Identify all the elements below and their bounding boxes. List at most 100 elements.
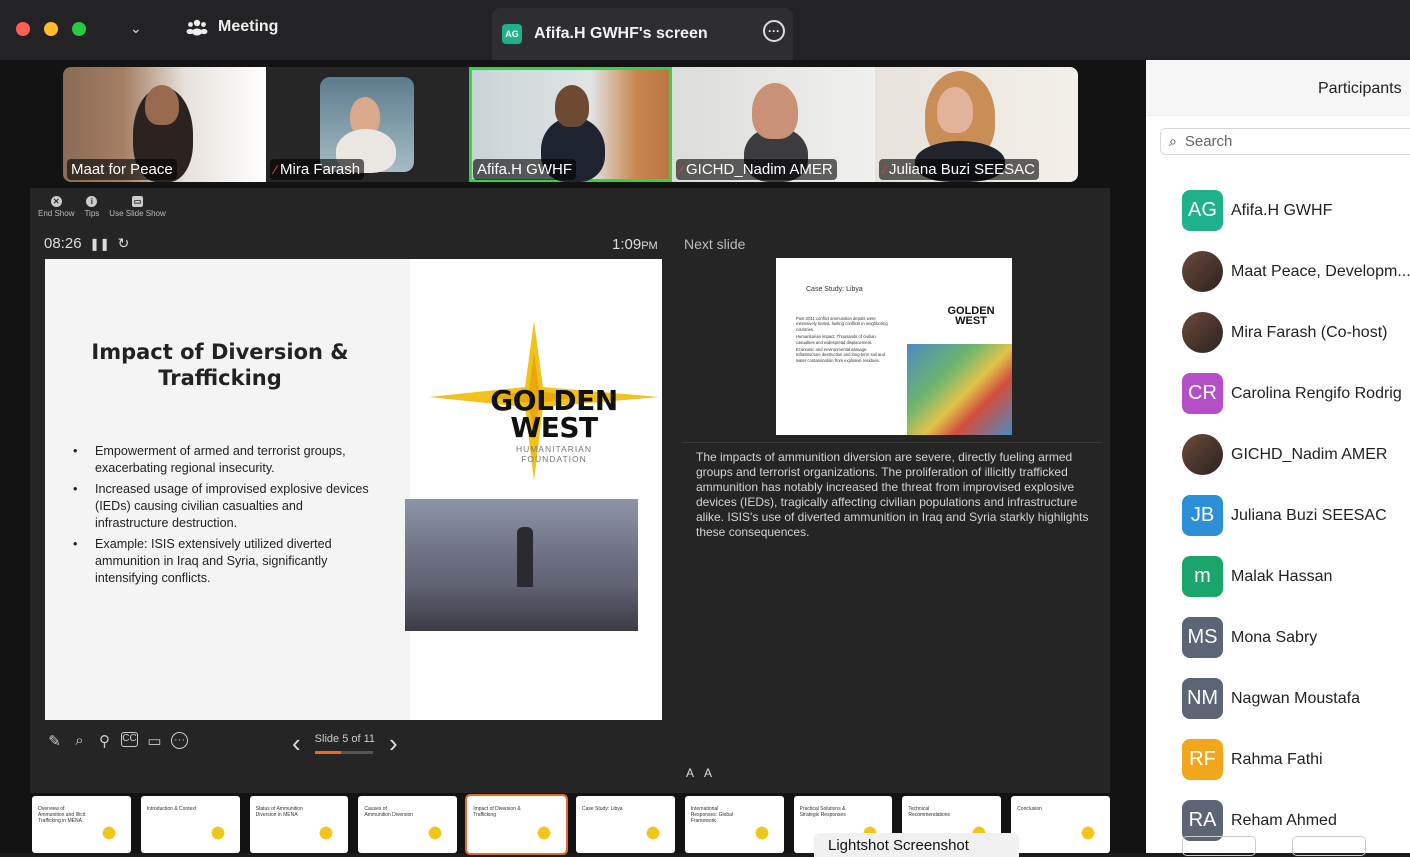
thumbnail-logo-icon [203,826,232,840]
slide-thumbnail[interactable]: Causes of Ammunition Diversion [358,796,458,853]
camera-icon[interactable]: ▭ [146,732,163,750]
lightshot-overlay[interactable]: Lightshot Screenshot [814,833,1019,857]
previous-slide-icon[interactable]: ‹ [292,728,301,759]
close-icon: ✕ [50,196,62,207]
slide-bullet: Example: ISIS extensively utilized diver… [73,536,373,587]
use-slide-show-button[interactable]: ▭ Use Slide Show [109,196,166,218]
participant-item[interactable]: RF Rahma Fathi [1182,729,1410,790]
decrease-font-button[interactable]: A [704,766,712,780]
video-tile-afifa[interactable]: Afifa.H GWHF [469,67,672,182]
slide-counter-wrap: Slide 5 of 11 [314,733,376,754]
elapsed-timer: 08:26 ❚❚ ↻ [44,235,130,252]
participant-name: Afifa.H GWHF [1231,201,1333,219]
meeting-menu[interactable]: Meeting [186,18,278,36]
slide-photo [405,499,638,631]
thumbnail-title: Case Study: Libya [581,806,623,812]
avatar: RF [1182,739,1223,780]
participant-search-input[interactable]: ⌕ Search [1160,128,1410,155]
participant-item[interactable]: NM Nagwan Moustafa [1182,668,1410,729]
slide-navigation: ‹ Slide 5 of 11 › [292,728,398,759]
minimize-window-button[interactable] [44,22,58,36]
current-time: 1:09PM [612,236,658,253]
pause-icon[interactable]: ❚❚ [90,237,110,251]
photo-rubble [405,587,638,631]
video-tile-label: ⁄ Juliana Buzi SEESAC [879,159,1039,180]
zoom-window-button[interactable] [72,22,86,36]
thumbnail-logo-icon [638,826,667,840]
slide-counter: Slide 5 of 11 [314,733,376,745]
thumbnail-title: Practical Solutions & Strategic Response… [799,806,846,818]
microphone-muted-icon: ⁄ [274,162,277,177]
thumbnail-logo-icon [94,826,123,840]
shared-screen-tab[interactable]: AG Afifa.H GWHF's screen ··· [492,8,793,60]
slide-progress-bar [314,751,373,754]
participant-item[interactable]: JB Juliana Buzi SEESAC [1182,485,1410,546]
video-strip: Maat for Peace ⁄ Mira Farash Afifa.H GWHF… [63,67,1078,182]
next-slide-title: Case Study: Libya [806,286,863,293]
participant-video-face [752,83,798,139]
slide-thumbnail[interactable]: Overview of Ammunition and Illicit Traff… [32,796,131,853]
slide-thumbnail[interactable]: Conclusion [1011,796,1110,853]
increase-font-button[interactable]: A [686,766,694,780]
avatar: RA [1182,800,1223,841]
people-icon [186,19,208,36]
thumbnail-logo-icon [1073,826,1102,840]
thumbnail-title: International Responses: Global Framewor… [690,806,734,824]
mute-all-button[interactable] [1292,836,1366,856]
participant-video-face [937,87,973,133]
zoom-icon[interactable]: ⌕ [71,732,88,750]
pen-icon[interactable]: ✎ [46,732,63,750]
avatar: m [1182,556,1223,597]
search-placeholder: Search [1184,133,1233,150]
slide-thumbnail[interactable]: International Responses: Global Framewor… [684,796,784,853]
chevron-down-icon[interactable]: ⌄ [130,20,142,37]
restart-icon[interactable]: ↻ [118,235,130,252]
more-options-icon[interactable]: ··· [763,20,785,42]
avatar: JB [1182,495,1223,536]
video-tile-label: Maat for Peace [67,159,177,180]
video-tile-maat[interactable]: Maat for Peace [63,67,266,182]
next-slide-logo: GOLDEN WEST [947,305,995,327]
participant-item[interactable]: AG Afifa.H GWHF [1182,180,1410,241]
microphone-muted-icon: ⁄ [680,162,683,177]
video-tile-nadim[interactable]: ⁄ GICHD_Nadim AMER [672,67,875,182]
thumbnail-title: Impact of Diversion & Trafficking [473,806,521,818]
presenter-toolbar: ✕ End Show i Tips ▭ Use Slide Show [38,196,166,218]
tips-button[interactable]: i Tips [84,196,99,218]
participants-header: Participants [1146,60,1410,116]
subtitles-icon[interactable]: CC [121,732,138,747]
invite-button[interactable] [1182,836,1256,856]
thumbnail-title: Conclusion [1017,806,1042,812]
sharer-badge: AG [502,24,522,44]
more-icon[interactable]: ··· [171,732,188,749]
participant-name: Rahma Fathi [1231,750,1323,768]
next-slide-preview[interactable]: Case Study: Libya Post-2011 conflict amm… [776,258,1012,435]
laser-pointer-icon[interactable]: ⚲ [96,732,113,750]
slide-thumbnail[interactable]: Case Study: Libya [575,796,675,853]
slide-thumbnail[interactable]: Impact of Diversion & Trafficking [465,794,568,855]
golden-west-wordmark: GOLDEN WEST [490,384,618,444]
avatar [1182,434,1223,475]
current-slide: Impact of Diversion & Trafficking Empowe… [45,259,662,720]
next-slide-map [907,344,1012,435]
participant-item[interactable]: CR Carolina Rengifo Rodrig [1182,363,1410,424]
slide-title: Impact of Diversion & Trafficking [91,340,349,391]
participant-item[interactable]: GICHD_Nadim AMER [1182,424,1410,485]
video-tile-mira[interactable]: ⁄ Mira Farash [266,67,469,182]
close-window-button[interactable] [16,22,30,36]
slide-thumbnail[interactable]: Introduction & Context [140,796,240,853]
end-show-button[interactable]: ✕ End Show [38,196,74,218]
video-tile-label: ⁄ GICHD_Nadim AMER [676,159,837,180]
participant-name: Carolina Rengifo Rodrig [1231,384,1402,402]
slide-bullet: Increased usage of improvised explosive … [73,481,373,532]
participant-item[interactable]: Maat Peace, Developm... [1182,241,1410,302]
video-tile-juliana[interactable]: ⁄ Juliana Buzi SEESAC [875,67,1078,182]
participant-item[interactable]: MS Mona Sabry [1182,607,1410,668]
participant-item[interactable]: Mira Farash (Co-host) [1182,302,1410,363]
thumbnail-title: Introduction & Context [146,806,197,812]
slide-thumbnail[interactable]: Status of Ammunition Diversion in MENA [249,796,349,853]
next-slide-icon[interactable]: › [389,728,398,759]
title-bar: ⌄ Meeting AG Afifa.H GWHF's screen ··· [0,0,1410,60]
participant-item[interactable]: m Malak Hassan [1182,546,1410,607]
speaker-notes: The impacts of ammunition diversion are … [696,450,1089,539]
